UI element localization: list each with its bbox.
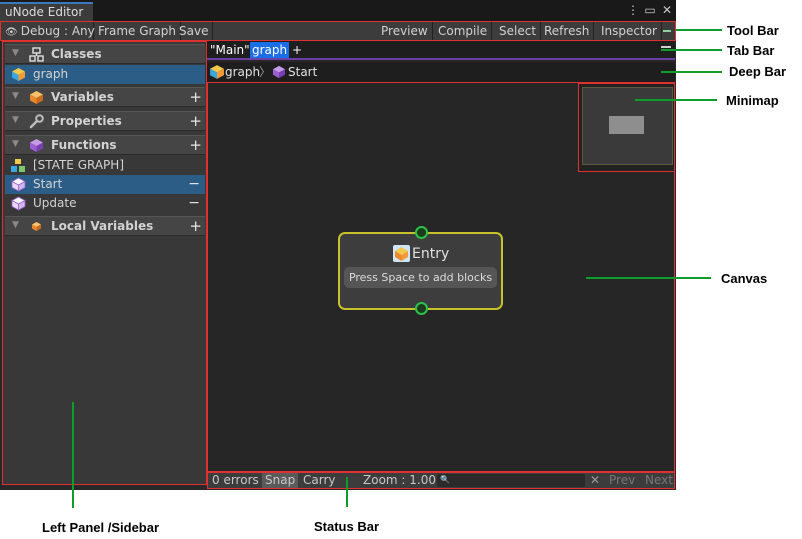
variables-section-header[interactable]: ▼ Variables +	[5, 87, 205, 107]
left-panel-annotation: Left Panel /Sidebar	[42, 520, 160, 535]
local-variable-icon	[32, 222, 41, 231]
prev-button[interactable]: Prev	[606, 473, 638, 488]
canvas-annotation: Canvas	[721, 271, 768, 286]
preview-button[interactable]: Preview	[377, 22, 433, 40]
function-item-update[interactable]: Update −	[5, 194, 205, 213]
close-icon[interactable]: ✕	[660, 2, 674, 18]
cube-icon	[11, 196, 26, 211]
error-count[interactable]: 0 errors	[209, 473, 262, 488]
tool-bar-pointer	[676, 29, 722, 31]
deep-bar-annotation: Deep Bar	[729, 64, 787, 79]
collapse-arrow-icon[interactable]: ▼	[12, 220, 19, 230]
functions-label: Functions	[51, 138, 117, 152]
collapse-arrow-icon[interactable]: ▼	[12, 48, 19, 58]
add-tab-button[interactable]: +	[290, 42, 304, 58]
inspector-button[interactable]: Inspector	[597, 22, 662, 40]
left-panel-sidebar: ▼ Classes graph ▼ Variables + ▼ Properti…	[2, 41, 207, 485]
refresh-button[interactable]: Refresh	[540, 22, 595, 40]
variable-icon	[30, 91, 43, 104]
zoom-level[interactable]: Zoom : 1.00	[360, 473, 439, 488]
status-bar-annotation: Status Bar	[314, 519, 380, 534]
status-bar-pointer	[346, 477, 348, 507]
deep-bar: graph 〉 Start	[207, 62, 675, 82]
tab-bar-annotation: Tab Bar	[727, 43, 775, 58]
minimap-pointer	[635, 99, 717, 101]
frame-graph-button[interactable]: Frame Graph	[94, 22, 182, 40]
function-item-label: [STATE GRAPH]	[33, 158, 125, 172]
deep-bar-pointer	[661, 71, 722, 73]
add-blocks-button[interactable]: Press Space to add blocks	[344, 267, 497, 288]
add-variable-button[interactable]: +	[189, 88, 202, 106]
status-bar: 0 errors Snap Carry Zoom : 1.00 🔍 ✕ Prev…	[207, 472, 675, 489]
snap-toggle[interactable]: Snap	[262, 473, 299, 488]
properties-label: Properties	[51, 114, 122, 128]
save-button[interactable]: Save	[175, 22, 214, 40]
compile-button[interactable]: Compile	[434, 22, 493, 40]
more-options-icon[interactable]: ⋮	[626, 2, 640, 18]
add-function-button[interactable]: +	[189, 136, 202, 154]
collapse-arrow-icon[interactable]: ▼	[12, 91, 19, 101]
breadcrumb-start[interactable]: Start	[288, 64, 317, 80]
minimap-node	[609, 116, 644, 134]
minimap-annotation: Minimap	[726, 93, 779, 108]
left-panel-pointer	[72, 402, 74, 508]
function-item-label: Start	[33, 177, 63, 191]
entry-output-port[interactable]	[415, 302, 428, 315]
graph-crumb-icon	[210, 65, 224, 79]
class-item-label: graph	[33, 67, 69, 81]
tool-bar-annotation: Tool Bar	[727, 23, 779, 38]
state-graph-icon	[11, 159, 25, 172]
tab-main[interactable]: "Main"	[208, 42, 252, 58]
carry-toggle[interactable]: Carry	[300, 473, 339, 488]
function-item-label: Update	[33, 196, 77, 210]
local-variables-label: Local Variables	[51, 219, 154, 233]
tab-bar-pointer	[661, 49, 722, 51]
search-input[interactable]: 🔍	[437, 474, 585, 487]
properties-section-header[interactable]: ▼ Properties +	[5, 111, 205, 131]
class-icon	[29, 47, 44, 62]
search-icon: 🔍	[440, 475, 450, 484]
entry-input-port[interactable]	[415, 226, 428, 239]
tab-graph[interactable]: graph	[250, 42, 290, 58]
select-button[interactable]: Select	[495, 22, 542, 40]
graph-class-icon	[12, 68, 25, 81]
breadcrumb-separator: 〉	[259, 65, 272, 79]
eye-icon: 👁	[5, 27, 18, 38]
tab-bar: "Main" graph +	[207, 41, 675, 60]
function-icon	[30, 139, 43, 152]
classes-label: Classes	[51, 47, 102, 61]
local-variables-section-header[interactable]: ▼ Local Variables +	[5, 216, 205, 236]
function-item-state-graph[interactable]: [STATE GRAPH]	[5, 156, 205, 175]
entry-node[interactable]: Entry Press Space to add blocks	[338, 226, 503, 315]
canvas-pointer	[586, 277, 711, 279]
title-row: uNode Editor ⋮ ▭ ✕	[0, 0, 676, 21]
entry-title: Entry	[412, 246, 450, 262]
remove-function-button[interactable]: −	[188, 175, 200, 194]
cube-icon	[272, 65, 286, 79]
maximize-icon[interactable]: ▭	[643, 2, 657, 18]
window-title-tab[interactable]: uNode Editor	[0, 2, 93, 21]
clear-search-icon[interactable]: ✕	[587, 473, 603, 488]
functions-section-header[interactable]: ▼ Functions +	[5, 135, 205, 155]
class-item-graph[interactable]: graph	[5, 65, 205, 84]
wrench-icon	[29, 114, 44, 129]
breadcrumb-graph[interactable]: graph	[225, 64, 260, 80]
debug-dropdown[interactable]: 👁 Debug : Any	[1, 22, 95, 40]
tool-bar: 👁 Debug : Any Frame Graph Save Preview Co…	[0, 21, 676, 41]
next-button[interactable]: Next	[642, 473, 676, 488]
minimap[interactable]	[578, 83, 675, 172]
debug-label: Debug : Any	[20, 24, 95, 38]
variables-label: Variables	[51, 90, 114, 104]
add-property-button[interactable]: +	[189, 112, 202, 130]
entry-icon	[393, 245, 410, 262]
classes-section-header[interactable]: ▼ Classes	[5, 44, 205, 64]
add-local-variable-button[interactable]: +	[189, 217, 202, 235]
collapse-arrow-icon[interactable]: ▼	[12, 115, 19, 125]
collapse-arrow-icon[interactable]: ▼	[12, 139, 19, 149]
function-item-start[interactable]: Start −	[5, 175, 205, 194]
inspector-toggle-icon[interactable]	[659, 22, 675, 40]
unode-editor-window: uNode Editor ⋮ ▭ ✕ 👁 Debug : Any Frame Gr…	[0, 0, 676, 490]
cube-icon	[11, 177, 26, 192]
remove-function-button[interactable]: −	[188, 194, 200, 213]
